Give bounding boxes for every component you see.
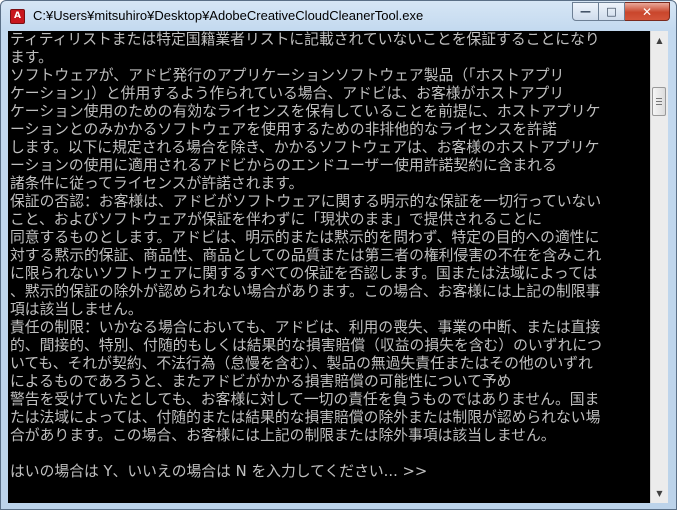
grip-line	[656, 104, 662, 105]
console-line: ケーション」）と併用するよう作られている場合、アドビは、お客様がホストアプリ	[10, 85, 565, 102]
window-title: C:¥Users¥mitsuhiro¥Desktop¥AdobeCreative…	[33, 8, 424, 23]
console-line: 対する黙示的保証、商品性、商品としての品質または第三者の権利侵害の不在を含みこれ	[10, 247, 602, 264]
console-line: ティティリストまたは特定国籍業者リストに記載されていないことを保証することになり	[10, 31, 600, 48]
title-bar[interactable]: A C:¥Users¥mitsuhiro¥Desktop¥AdobeCreati…	[1, 1, 676, 31]
console-line: ます。	[10, 49, 53, 66]
console-line: 、黙示的保証の除外が認められない場合があります。この場合、お客様には上記の制限事	[10, 283, 601, 300]
console-line: たは法域によっては、付随的または結果的な損害賠償の除外または制限が認められない場	[10, 409, 601, 426]
console-line: こと、およびソフトウェアが保証を伴わずに「現状のまま」で提供されることに	[10, 211, 543, 228]
console-line: 諸条件に従ってライセンスが許諾されます。	[10, 175, 304, 192]
maximize-icon: □	[606, 5, 617, 18]
console-output[interactable]: ティティリストまたは特定国籍業者リストに記載されていないことを保証することになり…	[8, 31, 650, 503]
scroll-down-button[interactable]: ▼	[652, 485, 667, 502]
minimize-button[interactable]: —	[572, 2, 599, 21]
window-controls: — □ ✕	[572, 2, 670, 21]
console-line: 項は該当しません。	[10, 301, 143, 318]
grip-line	[656, 98, 662, 99]
console-line: ケーション使用のための有効なライセンスを保有していることを前提に、ホストアプリケ	[10, 103, 601, 120]
minimize-icon: —	[580, 5, 591, 18]
console-line: ーションとのみかかるソフトウェアを使用するための非排他的なライセンスを許諾	[10, 121, 557, 138]
console-line: 保証の否認：お客様は、アドビがソフトウェアに関する明示的な保証を一切行っていない	[10, 193, 602, 210]
console-line: ソフトウェアが、アドビ発行のアプリケーションソフトウェア製品（「ホストアプリ	[10, 67, 565, 84]
console-line: 警告を受けていたとしても、お客様に対して一切の責任を負うものではありません。国ま	[10, 391, 600, 408]
close-button[interactable]: ✕	[625, 2, 670, 21]
console-line: に限られないソフトウェアに関するすべての保証を否認します。国または法域によっては	[10, 265, 598, 282]
console-line: 合があります。この場合、お客様には上記の制限または除外事項は該当しません。	[10, 427, 556, 444]
vertical-scrollbar[interactable]: ▲ ▼	[650, 31, 668, 503]
console-window: A C:¥Users¥mitsuhiro¥Desktop¥AdobeCreati…	[0, 0, 677, 510]
grip-line	[656, 101, 662, 102]
console-line: によるものであろうと、またアドビがかかる損害賠償の可能性について予め	[10, 373, 512, 390]
console-line: します。以下に規定される場合を除き、かかるソフトウェアは、お客様のホストアプリケ	[10, 139, 600, 156]
console-line: いても、それが契約、不法行為（怠慢を含む）、製品の無過失責任またはその他のいずれ	[10, 355, 593, 372]
console-line: 的、間接的、特別、付随的もしくは結果的な損害賠償（収益の損失を含む）のいずれにつ	[10, 337, 602, 354]
close-icon: ✕	[641, 4, 653, 19]
console-line: はいの場合は Y、いいえの場合は N を入力してください... >>	[10, 463, 428, 480]
console-line: 同意するものとします。アドビは、明示的または黙示的を問わず、特定の目的への適性に	[10, 229, 600, 246]
scroll-thumb[interactable]	[652, 87, 666, 116]
maximize-button[interactable]: □	[599, 2, 625, 21]
arrow-up-icon: ▲	[656, 35, 663, 45]
console-line: ーションの使用に適用されるアドビからのエンドユーザー使用許諾契約に含まれる	[10, 157, 557, 174]
console-line: 責任の制限：いかなる場合においても、アドビは、利用の喪失、事業の中断、または直接	[10, 319, 601, 336]
adobe-app-icon[interactable]: A	[10, 9, 25, 24]
scroll-up-button[interactable]: ▲	[652, 32, 667, 49]
arrow-down-icon: ▼	[656, 488, 663, 498]
